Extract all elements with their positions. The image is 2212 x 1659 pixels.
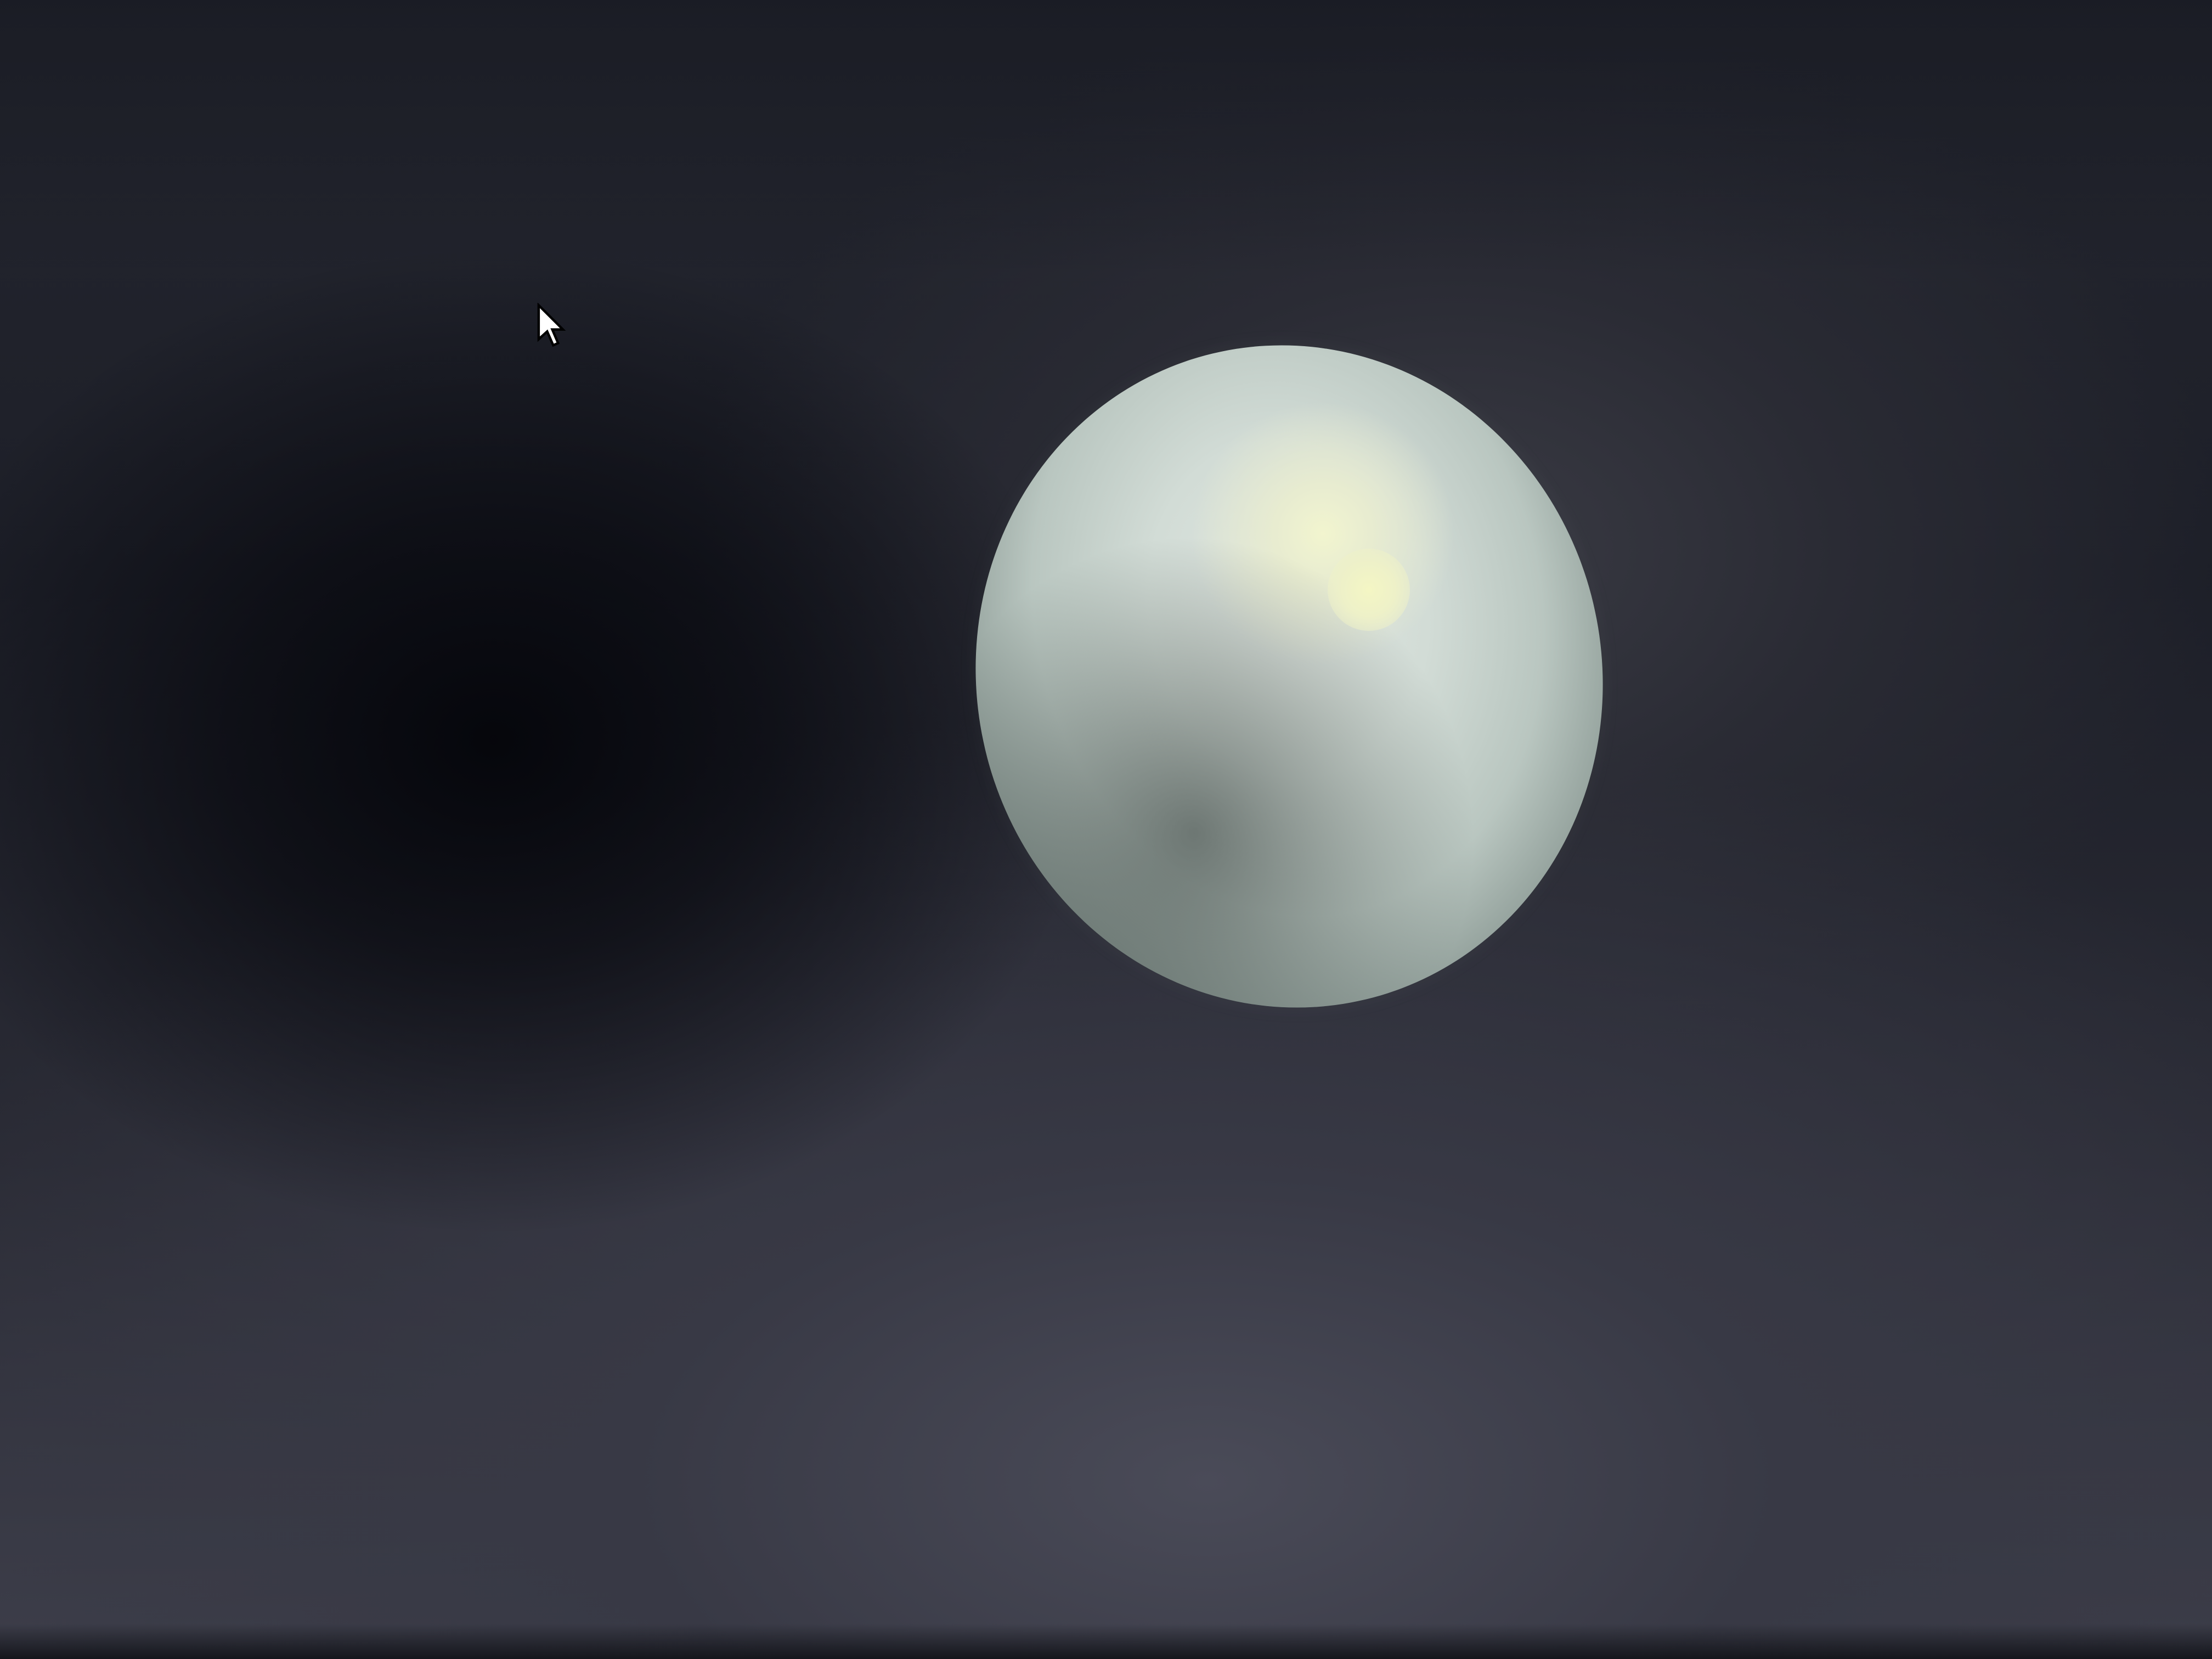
arrow-pointer-icon xyxy=(537,303,566,347)
screen-bottom-edge xyxy=(0,1624,2212,1659)
render-viewport[interactable] xyxy=(0,0,2212,1659)
specular-highlight xyxy=(1328,549,1410,631)
viewport-vignette xyxy=(0,0,2212,274)
sphere-shadow-side xyxy=(914,286,1664,1066)
